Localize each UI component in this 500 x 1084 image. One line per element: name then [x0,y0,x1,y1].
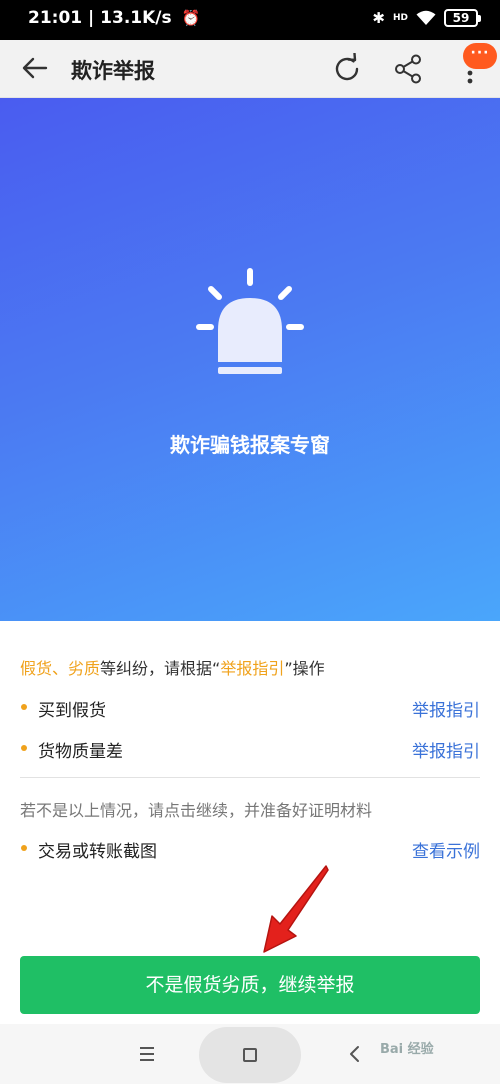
status-time: 21:01 | 13.1K/s ⏰ [28,8,200,28]
notice-highlight-2: 举报指引 [220,659,285,678]
list-item-evidence: 交易或转账截图 查看示例 [20,833,480,863]
watermark-text: Bai 经验 [380,1042,434,1057]
bullet-dot [21,704,27,710]
report-guide-link[interactable]: 举报指引 [412,737,480,762]
battery-indicator: 59 [444,9,481,27]
alarm-clock-icon: ⏰ [181,9,201,27]
share-icon[interactable] [393,53,423,85]
arrow-left-icon [22,57,48,79]
list-item-poor-quality: 货物质量差 举报指引 [20,733,480,763]
page-title: 欺诈举报 [71,59,155,83]
divider [20,777,480,778]
app-bar: 欺诈举报 ··· [0,40,500,98]
status-bar: 21:01 | 13.1K/s ⏰ ✱ HD 59 [0,0,500,40]
report-guide-link[interactable]: 举报指引 [412,696,480,721]
list-item-label: 货物质量差 [38,742,123,762]
notice-text-2: 等纠纷，请根据“ [100,659,221,678]
back-button[interactable] [20,53,50,83]
refresh-icon[interactable] [331,53,363,85]
chevron-left-icon[interactable] [345,1042,365,1066]
hero-banner: 欺诈骗钱报案专窗 [0,98,500,621]
notification-badge[interactable]: ··· [463,43,497,69]
status-time-speed: 21:01 | 13.1K/s [28,8,172,28]
list-item-fake-goods: 买到假货 举报指引 [20,692,480,722]
home-button[interactable] [199,1027,301,1083]
continue-report-button[interactable]: 不是假货劣质，继续举报 [20,956,480,1014]
red-arrow-annotation [263,865,329,953]
wifi-icon [416,10,436,25]
hero-title: 欺诈骗钱报案专窗 [170,433,330,457]
menu-lines-icon[interactable] [134,1042,160,1066]
notice-text-4: ”操作 [284,659,325,678]
list-item-label: 买到假货 [38,701,106,721]
hint-text: 若不是以上情况，请点击继续，并准备好证明材料 [20,801,373,820]
status-icons: ✱ HD 59 [372,9,481,27]
network-label: HD [392,12,408,23]
bluetooth-icon: ✱ [372,9,385,27]
view-example-link[interactable]: 查看示例 [412,837,480,862]
home-square-icon [243,1048,257,1062]
siren-alarm-icon [196,268,304,374]
bullet-dot [21,745,27,751]
list-item-label: 交易或转账截图 [38,842,157,862]
notice-text: 假货、劣质等纠纷，请根据“举报指引”操作 [20,655,325,679]
bullet-dot [21,845,27,851]
notice-highlight-1: 假货、劣质 [20,659,101,678]
